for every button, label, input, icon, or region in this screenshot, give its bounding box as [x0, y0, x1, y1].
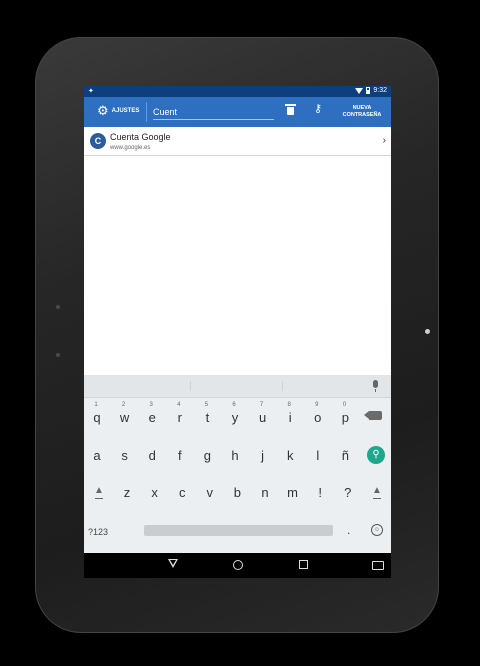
back-icon[interactable] [168, 559, 178, 568]
gear-icon: ⚙ [97, 103, 109, 118]
keyboard-key[interactable]: c [172, 485, 192, 500]
keyboard-key[interactable]: h [225, 448, 245, 463]
suggestion-strip [84, 375, 391, 398]
keyboard-key[interactable]: d [142, 448, 162, 463]
new-password-button[interactable]: NUEVA CONTRASEÑA [336, 105, 388, 119]
keyboard-key[interactable]: o [308, 410, 328, 425]
keyboard-key[interactable]: r [170, 410, 190, 425]
key-number-hint: 8 [287, 402, 291, 408]
keyboard-key[interactable]: y [225, 410, 245, 425]
keyboard: 1 2 3 4 5 6 7 8 9 0 qwertyuiop asdfghjklñ zxcvbnm… [84, 375, 391, 553]
emoji-key[interactable]: ☺ [371, 524, 383, 536]
item-title: Cuenta Google [110, 132, 171, 142]
battery-icon [366, 87, 371, 94]
keyboard-key[interactable]: s [115, 448, 135, 463]
recent-apps-icon[interactable] [299, 560, 308, 569]
keyboard-key[interactable]: q [87, 410, 107, 425]
key-number-hint: 4 [177, 402, 181, 408]
space-bar[interactable] [144, 525, 333, 536]
keyboard-key[interactable]: ñ [335, 448, 355, 463]
chevron-right-icon: › [382, 135, 386, 146]
microphone-icon[interactable] [373, 380, 378, 392]
settings-button[interactable]: ⚙ AJUSTES [97, 104, 139, 118]
keyboard-key[interactable]: p [335, 410, 355, 425]
action-bar: ⚙ AJUSTES Cuent ⚷ NUEVA CONTRASEÑA [84, 97, 391, 127]
keyboard-switch-icon[interactable] [372, 561, 384, 570]
keyboard-key[interactable]: z [117, 485, 137, 500]
key-number-hint: 1 [94, 402, 98, 408]
keyboard-key[interactable]: x [145, 485, 165, 500]
avatar: C [90, 133, 106, 149]
list-item[interactable]: C Cuenta Google www.google.es › [84, 127, 391, 156]
settings-label: AJUSTES [111, 108, 140, 114]
key-number-hint: 3 [149, 402, 153, 408]
keyboard-key[interactable]: i [280, 410, 300, 425]
status-bar: ✦ 9:32 [84, 86, 391, 97]
android-icon: ✦ [88, 88, 94, 95]
keyboard-key[interactable]: g [197, 448, 217, 463]
key-number-hint: 0 [342, 402, 347, 408]
camera-lens [425, 329, 430, 334]
shift-left-key[interactable]: ▲ [94, 485, 104, 496]
trash-icon[interactable] [285, 104, 296, 115]
keyboard-key[interactable]: j [253, 448, 273, 463]
keyboard-key[interactable]: f [170, 448, 190, 463]
symbols-key[interactable]: ?123 [88, 527, 108, 537]
wifi-icon [355, 87, 364, 94]
keyboard-key[interactable]: v [200, 485, 220, 500]
key-number-hint: 7 [259, 402, 264, 408]
keyboard-key[interactable]: m [283, 485, 303, 500]
key-number-hint: 9 [315, 402, 319, 408]
keyboard-key[interactable]: a [87, 448, 107, 463]
divider [146, 102, 147, 122]
sensor-dot [56, 305, 60, 309]
key-number-hint: 6 [232, 402, 236, 408]
add-key-icon[interactable]: ⚷ [314, 102, 322, 115]
sensor-dot [56, 353, 60, 357]
new-password-label-2: CONTRASEÑA [342, 112, 382, 118]
screen: ✦ 9:32 ⚙ AJUSTES Cuent ⚷ NUEVA CONTRASEÑ… [84, 86, 391, 578]
keyboard-key[interactable]: k [280, 448, 300, 463]
keyboard-key[interactable]: w [115, 410, 135, 425]
keyboard-key[interactable]: e [142, 410, 162, 425]
item-url: www.google.es [110, 145, 151, 151]
navigation-bar [84, 553, 391, 578]
home-icon[interactable] [233, 560, 243, 570]
clock: 9:32 [373, 87, 387, 94]
period-key[interactable]: . [347, 523, 350, 537]
keyboard-key[interactable]: b [227, 485, 247, 500]
search-value: Cuent [153, 107, 178, 117]
keyboard-key[interactable]: ? [338, 485, 358, 500]
backspace-key[interactable] [364, 411, 382, 420]
key-number-hint: 5 [204, 402, 209, 408]
keyboard-key[interactable]: l [308, 448, 328, 463]
keyboard-key[interactable]: u [253, 410, 273, 425]
keyboard-key[interactable]: t [197, 410, 217, 425]
new-password-label-1: NUEVA [352, 105, 372, 111]
key-number-hint: 2 [121, 402, 126, 408]
keyboard-key[interactable]: n [255, 485, 275, 500]
shift-right-key[interactable]: ▲ [372, 485, 382, 496]
search-input[interactable]: Cuent [153, 103, 274, 121]
search-key[interactable]: ⚲ [367, 446, 385, 464]
keyboard-key[interactable]: ! [310, 485, 330, 500]
